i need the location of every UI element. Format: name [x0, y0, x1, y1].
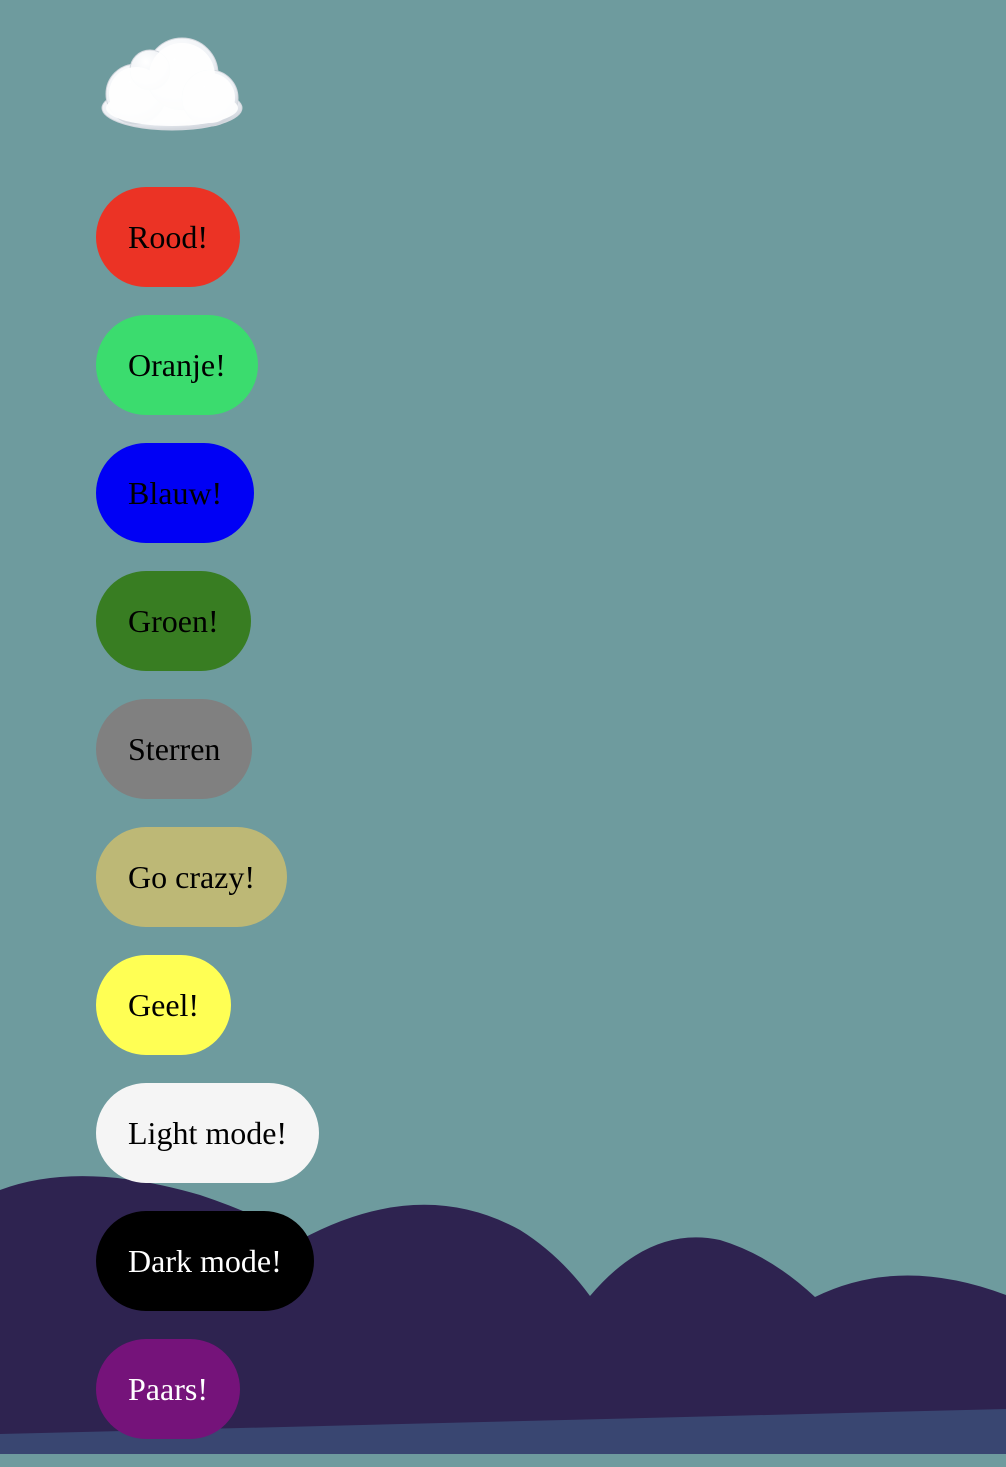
- blauw-button[interactable]: Blauw!: [96, 443, 255, 543]
- geel-button[interactable]: Geel!: [96, 955, 232, 1055]
- cloud-icon: [101, 37, 243, 131]
- dark-mode-button[interactable]: Dark mode!: [96, 1211, 314, 1311]
- sterren-button[interactable]: Sterren: [96, 699, 253, 799]
- paars-button[interactable]: Paars!: [96, 1339, 240, 1439]
- rood-button[interactable]: Rood!: [96, 187, 240, 287]
- groen-button[interactable]: Groen!: [96, 571, 251, 671]
- go-crazy-button[interactable]: Go crazy!: [96, 827, 288, 927]
- oranje-button[interactable]: Oranje!: [96, 315, 258, 415]
- color-button-list: Rood! Oranje! Blauw! Groen! Sterren Go c…: [96, 187, 320, 1467]
- light-mode-button[interactable]: Light mode!: [96, 1083, 320, 1183]
